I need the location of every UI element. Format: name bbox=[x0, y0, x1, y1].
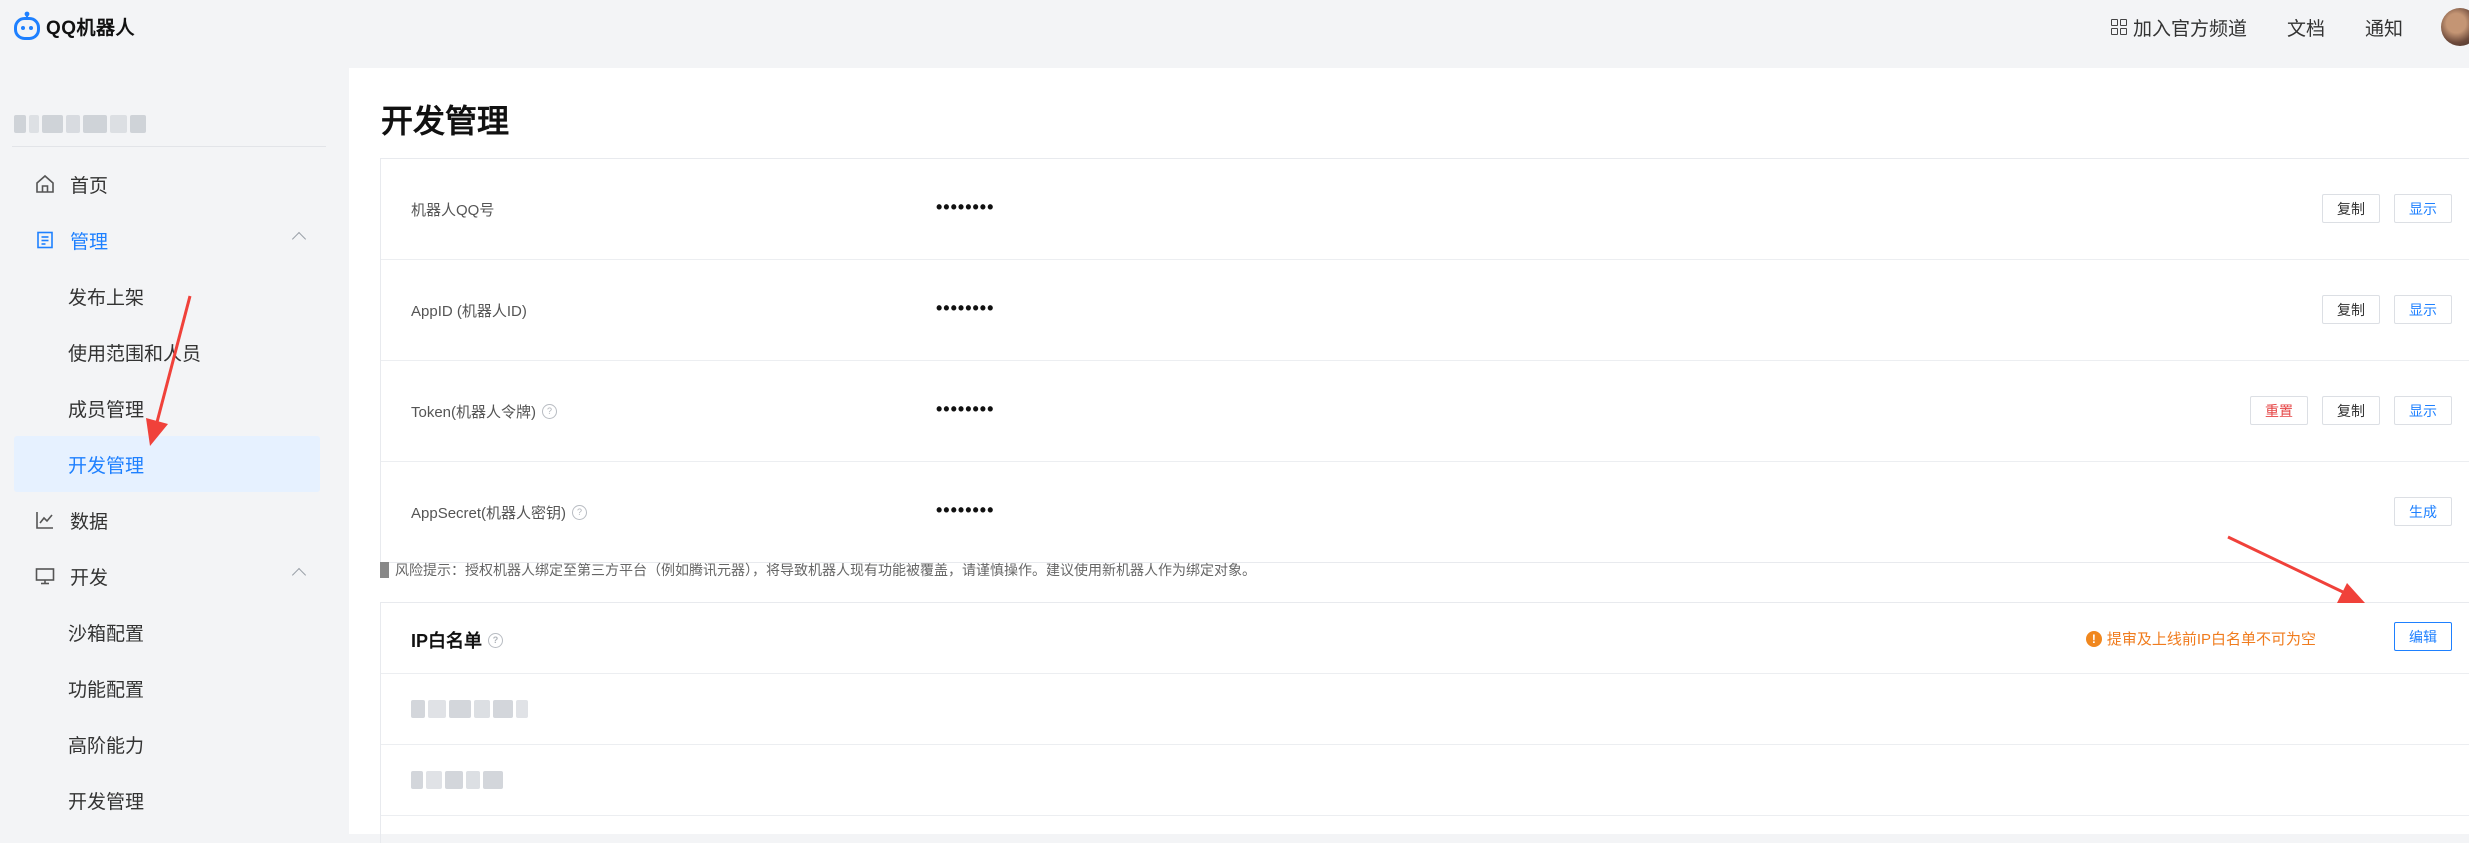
credential-row-appsecret: AppSecret(机器人密钥)? •••••••• 生成 bbox=[381, 462, 2469, 562]
ip-address-blurred bbox=[411, 771, 503, 789]
join-channel-link[interactable]: 加入官方频道 bbox=[2110, 14, 2247, 41]
user-avatar[interactable] bbox=[2441, 8, 2469, 46]
sidebar-item-dev-management[interactable]: 开发管理 bbox=[14, 436, 320, 492]
copy-button[interactable]: 复制 bbox=[2322, 295, 2380, 324]
sidebar-item-home[interactable]: 首页 bbox=[14, 156, 320, 212]
sidebar-item-label: 数据 bbox=[70, 511, 109, 533]
show-button[interactable]: 显示 bbox=[2394, 396, 2452, 425]
risk-tip: 风险提示：授权机器人绑定至第三方平台（例如腾讯元器），将导致机器人现有功能被覆盖… bbox=[380, 560, 1256, 580]
ip-whitelist-title: IP白名单? bbox=[411, 627, 504, 653]
sidebar-item-features[interactable]: 功能配置 bbox=[14, 660, 320, 716]
credential-value: •••••••• bbox=[936, 500, 995, 520]
main-content: 开发管理 机器人QQ号 •••••••• 复制 显示 AppID (机器人ID)… bbox=[349, 68, 2469, 843]
edit-button[interactable]: 编辑 bbox=[2394, 622, 2452, 651]
sidebar-item-dev-management-2[interactable]: 开发管理 bbox=[14, 772, 320, 828]
copy-button[interactable]: 复制 bbox=[2322, 396, 2380, 425]
credential-row-token: Token(机器人令牌)? •••••••• 重置 复制 显示 bbox=[381, 361, 2469, 462]
show-button[interactable]: 显示 bbox=[2394, 194, 2452, 223]
warning-icon: ! bbox=[2085, 630, 2102, 647]
show-button[interactable]: 显示 bbox=[2394, 295, 2452, 324]
sidebar-item-develop[interactable]: 开发 bbox=[14, 548, 320, 604]
home-icon bbox=[34, 173, 56, 195]
tip-marker-icon bbox=[380, 562, 389, 578]
credentials-card: 机器人QQ号 •••••••• 复制 显示 AppID (机器人ID) ••••… bbox=[380, 158, 2469, 563]
ip-whitelist-row bbox=[381, 745, 2469, 816]
credential-value: •••••••• bbox=[936, 298, 995, 318]
sidebar-item-manage[interactable]: 管理 bbox=[14, 212, 320, 268]
chevron-up-icon bbox=[291, 567, 307, 583]
monitor-icon bbox=[34, 565, 56, 587]
sidebar-item-member-management[interactable]: 成员管理 bbox=[14, 380, 320, 436]
sidebar-item-publish[interactable]: 发布上架 bbox=[14, 268, 320, 324]
manage-icon bbox=[34, 229, 56, 251]
chevron-up-icon bbox=[291, 231, 307, 247]
sidebar-item-label: 管理 bbox=[70, 231, 109, 253]
sidebar-item-scope-members[interactable]: 使用范围和人员 bbox=[14, 324, 320, 380]
ip-address-blurred bbox=[411, 700, 528, 718]
credential-label: AppSecret(机器人密钥)? bbox=[411, 502, 588, 523]
help-icon[interactable]: ? bbox=[488, 632, 504, 648]
sidebar-item-advanced[interactable]: 高阶能力 bbox=[14, 716, 320, 772]
credential-label: 机器人QQ号 bbox=[411, 202, 495, 219]
grid-icon bbox=[2110, 19, 2127, 35]
credential-value: •••••••• bbox=[936, 197, 995, 217]
page-title: 开发管理 bbox=[381, 103, 510, 139]
docs-link[interactable]: 文档 bbox=[2287, 14, 2325, 41]
credential-row-qq: 机器人QQ号 •••••••• 复制 显示 bbox=[381, 159, 2469, 260]
robot-logo-icon bbox=[14, 11, 40, 41]
sidebar-item-sandbox[interactable]: 沙箱配置 bbox=[14, 604, 320, 660]
app-logo[interactable]: QQ机器人 bbox=[14, 8, 135, 44]
sidebar-item-label: 首页 bbox=[70, 175, 109, 197]
credential-row-appid: AppID (机器人ID) •••••••• 复制 显示 bbox=[381, 260, 2469, 361]
ip-whitelist-warning: ! 提审及上线前IP白名单不可为空 bbox=[2085, 628, 2316, 649]
help-icon[interactable]: ? bbox=[542, 404, 558, 419]
chart-icon bbox=[34, 509, 56, 531]
sidebar-item-data[interactable]: 数据 bbox=[14, 492, 320, 548]
credential-label: AppID (机器人ID) bbox=[411, 303, 527, 320]
top-bar: QQ机器人 加入官方频道 文档 通知 bbox=[0, 0, 2469, 54]
credential-value: •••••••• bbox=[936, 399, 995, 419]
copy-button[interactable]: 复制 bbox=[2322, 194, 2380, 223]
ip-whitelist-card: IP白名单? ! 提审及上线前IP白名单不可为空 编辑 bbox=[380, 602, 2469, 843]
ip-whitelist-row bbox=[381, 674, 2469, 745]
top-nav: 加入官方频道 文档 通知 bbox=[2110, 8, 2469, 46]
join-channel-label: 加入官方频道 bbox=[2132, 18, 2247, 40]
ip-whitelist-header: IP白名单? ! 提审及上线前IP白名单不可为空 编辑 bbox=[381, 603, 2469, 674]
reset-button[interactable]: 重置 bbox=[2250, 396, 2308, 425]
sidebar: 首页 管理 发布上架 使用范围和人员 成员管理 开发管理 数据 开发 沙箱配置 bbox=[0, 54, 340, 834]
generate-button[interactable]: 生成 bbox=[2394, 497, 2452, 526]
notifications-link[interactable]: 通知 bbox=[2365, 14, 2403, 41]
sidebar-item-label: 开发 bbox=[70, 567, 109, 589]
risk-tip-text: 风险提示：授权机器人绑定至第三方平台（例如腾讯元器），将导致机器人现有功能被覆盖… bbox=[395, 562, 1256, 578]
sidebar-divider bbox=[12, 146, 326, 147]
help-icon[interactable]: ? bbox=[572, 505, 588, 520]
account-name-blurred bbox=[14, 110, 147, 138]
credential-label: Token(机器人令牌)? bbox=[411, 401, 558, 422]
app-name: QQ机器人 bbox=[46, 17, 136, 39]
sidebar-menu: 首页 管理 发布上架 使用范围和人员 成员管理 开发管理 数据 开发 沙箱配置 bbox=[14, 156, 320, 828]
